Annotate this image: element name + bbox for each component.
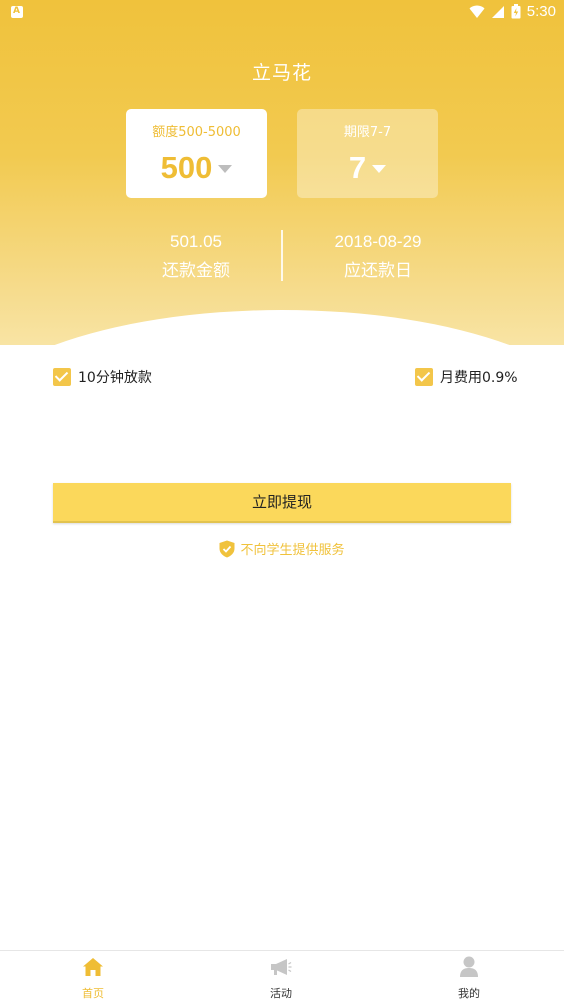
checkbox-checked-icon [415,368,433,386]
repay-date-value: 2018-08-29 [334,232,422,251]
wifi-icon [469,5,485,18]
status-icons: 5:30 [469,3,556,20]
amount-selector[interactable]: 额度500-5000 500 [126,109,267,198]
term-value-row: 7 [297,150,438,186]
signal-icon [491,5,504,18]
feature-monthly-fee-label: 月费用0.9% [440,370,518,386]
feature-monthly-fee: 月费用0.9% [415,367,518,387]
amount-value: 500 [160,150,213,185]
term-value: 7 [348,150,367,185]
app-notification-icon: A [11,6,23,18]
tab-home[interactable]: 首页 [48,955,138,1001]
app-notification-letter: A [13,6,20,16]
chevron-down-icon [218,165,233,173]
battery-icon [511,4,521,19]
tab-home-label: 首页 [82,987,104,1000]
megaphone-icon [271,959,292,975]
repay-date-label: 应还款日 [344,261,412,281]
feature-fast-loan-label: 10分钟放款 [78,370,152,386]
tab-mine-label: 我的 [458,987,480,1000]
status-bar: A 5:30 [0,0,564,26]
student-notice: 不向学生提供服务 [0,539,564,558]
user-icon [460,956,478,977]
shield-icon [219,540,235,557]
page-title: 立马花 [251,62,312,84]
term-selector[interactable]: 期限7-7 7 [297,109,438,198]
bottom-tab-bar: 首页 活动 我的 [0,950,564,1002]
tab-activity-label: 活动 [270,987,292,1000]
repay-date-block: 2018-08-29 应还款日 [268,232,488,281]
tab-activity[interactable]: 活动 [236,955,326,1001]
withdraw-button[interactable]: 立即提现 [53,483,511,523]
checkbox-checked-icon [53,368,71,386]
status-time: 5:30 [526,3,556,20]
term-range-label: 期限7-7 [343,125,392,140]
student-notice-text: 不向学生提供服务 [240,543,345,558]
header-background [0,0,564,345]
home-icon [83,958,103,976]
tab-mine[interactable]: 我的 [424,955,514,1001]
amount-value-row: 500 [126,150,267,186]
chevron-down-icon [372,165,387,173]
screen: A 5:30 立马花 额度500-5000 500 期限7-7 7 501.05… [0,0,564,1002]
amount-range-label: 额度500-5000 [152,125,241,140]
feature-fast-loan: 10分钟放款 [53,367,152,387]
